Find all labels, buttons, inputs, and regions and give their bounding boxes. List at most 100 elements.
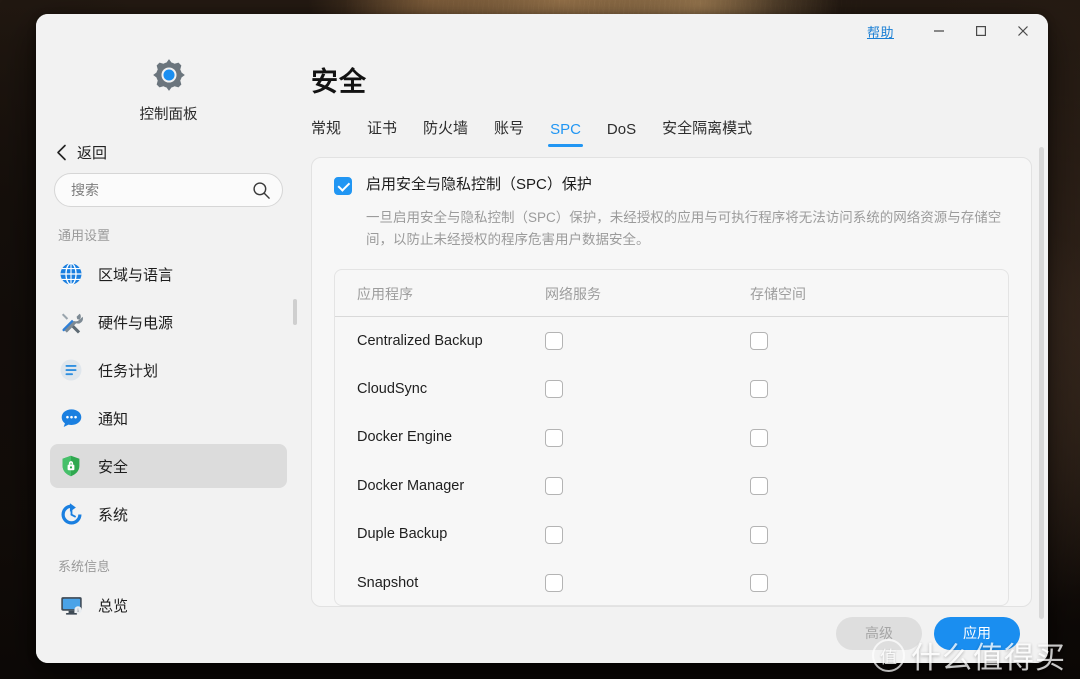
tab-spc[interactable]: SPC <box>548 121 583 147</box>
gear-icon <box>152 59 185 91</box>
tab-dos[interactable]: DoS <box>607 121 636 147</box>
spc-app-table: 应用程序 网络服务 存储空间 Centralized Backup CloudS… <box>335 269 1008 605</box>
table-row: Duple Backup <box>335 510 1008 559</box>
task-list-icon <box>58 357 84 383</box>
minimize-button[interactable] <box>918 16 960 46</box>
sidebar-item-system[interactable]: 系统 <box>50 492 287 536</box>
storage-checkbox[interactable] <box>750 380 768 399</box>
sidebar-item-task-scheduler[interactable]: 任务计划 <box>50 348 287 392</box>
storage-checkbox[interactable] <box>750 428 768 447</box>
sidebar-item-hardware-power[interactable]: 硬件与电源 <box>50 300 287 344</box>
spc-description: 一旦启用安全与隐私控制（SPC）保护，未经授权的应用与可执行程序将无法访问系统的… <box>366 210 1002 247</box>
table-row: Docker Engine <box>335 413 1008 462</box>
sidebar-item-notification[interactable]: 通知 <box>50 396 287 440</box>
back-button[interactable]: 返回 <box>36 138 301 173</box>
network-checkbox[interactable] <box>545 428 563 447</box>
maximize-icon <box>976 26 987 37</box>
window-titlebar: 帮助 <box>36 14 1048 48</box>
table-row: Centralized Backup <box>335 316 1008 365</box>
cell-network <box>545 462 750 511</box>
sidebar-item-label: 区域与语言 <box>98 266 174 284</box>
cell-storage <box>750 413 1008 462</box>
cell-network <box>545 413 750 462</box>
spc-app-table-card: 应用程序 网络服务 存储空间 Centralized Backup CloudS… <box>334 268 1009 606</box>
cell-app-name: Duple Backup <box>357 526 448 543</box>
table-row: Docker Manager <box>335 462 1008 511</box>
close-button[interactable] <box>1002 16 1044 46</box>
apply-button[interactable]: 应用 <box>934 616 1020 650</box>
sidebar-scrollbar[interactable] <box>293 299 297 325</box>
sidebar-item-label: 硬件与电源 <box>98 314 174 332</box>
cell-network <box>545 316 750 365</box>
column-header-application: 应用程序 <box>335 269 545 317</box>
sidebar-item-overview[interactable]: i 总览 <box>50 583 287 627</box>
table-header-row: 应用程序 网络服务 存储空间 <box>335 269 1008 317</box>
minimize-icon <box>934 30 944 32</box>
chat-bubble-icon <box>58 405 84 431</box>
spc-enable-checkbox[interactable] <box>334 177 352 195</box>
cell-app-name: Centralized Backup <box>357 332 483 349</box>
sidebar-item-label: 系统 <box>98 506 129 524</box>
network-checkbox[interactable] <box>545 332 563 351</box>
table-row: CloudSync <box>335 365 1008 414</box>
cell-storage <box>750 462 1008 511</box>
tab-bar: 常规 证书 防火墙 账号 SPC DoS 安全隔离模式 <box>311 117 1048 147</box>
spc-card: 启用安全与隐私控制（SPC）保护 一旦启用安全与隐私控制（SPC）保护，未经授权… <box>311 157 1032 607</box>
tab-certificate[interactable]: 证书 <box>367 117 397 147</box>
table-row: Snapshot <box>335 559 1008 605</box>
storage-checkbox[interactable] <box>750 525 768 544</box>
search-input[interactable] <box>71 182 252 198</box>
page-title: 安全 <box>311 67 367 97</box>
tab-account[interactable]: 账号 <box>494 117 524 147</box>
cell-app-name: CloudSync <box>357 380 428 397</box>
network-checkbox[interactable] <box>545 574 563 593</box>
spc-enable-label: 启用安全与隐私控制（SPC）保护 <box>366 176 592 193</box>
back-label: 返回 <box>77 145 108 162</box>
sidebar-nav: 通用设置 区域与语言 硬件与电源 任务计划 通知 安全 系统 系统信息 i 总览 <box>36 207 301 663</box>
maximize-button[interactable] <box>960 16 1002 46</box>
cell-network <box>545 365 750 414</box>
sidebar-item-label: 任务计划 <box>98 362 159 380</box>
nav-group-title-system-info: 系统信息 <box>58 559 111 574</box>
nav-group-title-general: 通用设置 <box>58 228 111 243</box>
main-pane: 安全 常规 证书 防火墙 账号 SPC DoS 安全隔离模式 启用安全与隐私控制… <box>301 48 1048 663</box>
sidebar-item-security[interactable]: 安全 <box>50 444 287 488</box>
power-refresh-icon <box>58 501 84 527</box>
content-scrollbar[interactable] <box>1039 147 1044 619</box>
sidebar-brand: 控制面板 <box>36 50 301 138</box>
spc-enable-row: 启用安全与隐私控制（SPC）保护 <box>334 176 1009 195</box>
sidebar: 控制面板 返回 通用设置 <box>36 48 301 663</box>
cell-app-name: Snapshot <box>357 574 419 591</box>
tab-firewall[interactable]: 防火墙 <box>423 117 468 147</box>
brand-label: 控制面板 <box>139 107 198 123</box>
tab-general[interactable]: 常规 <box>311 117 341 147</box>
search-icon[interactable] <box>252 181 271 200</box>
cell-storage <box>750 510 1008 559</box>
content-area: 启用安全与隐私控制（SPC）保护 一旦启用安全与隐私控制（SPC）保护，未经授权… <box>301 147 1048 619</box>
cell-storage <box>750 365 1008 414</box>
control-panel-window: 帮助 控制面板 返回 搜索 通用设置 区域与语言 硬件与电源 任务计划 通知 安… <box>36 14 1048 663</box>
cell-storage <box>750 559 1008 605</box>
tab-isolation-mode[interactable]: 安全隔离模式 <box>662 117 752 147</box>
cell-app-name: Docker Manager <box>357 477 465 494</box>
chevron-left-icon <box>57 144 66 161</box>
close-icon <box>1018 26 1028 36</box>
cell-app-name: Docker Engine <box>357 429 453 446</box>
main-header: 安全 常规 证书 防火墙 账号 SPC DoS 安全隔离模式 <box>301 48 1048 147</box>
advanced-button[interactable]: 高级 <box>836 616 922 650</box>
network-checkbox[interactable] <box>545 525 563 544</box>
help-link[interactable]: 帮助 <box>867 22 894 41</box>
column-header-network: 网络服务 <box>545 269 750 317</box>
search-box[interactable] <box>54 173 283 207</box>
sidebar-item-region-language[interactable]: 区域与语言 <box>50 252 287 296</box>
cell-network <box>545 510 750 559</box>
storage-checkbox[interactable] <box>750 332 768 351</box>
network-checkbox[interactable] <box>545 477 563 496</box>
cell-storage <box>750 316 1008 365</box>
shield-lock-icon <box>58 453 84 479</box>
tools-icon <box>58 309 84 335</box>
storage-checkbox[interactable] <box>750 574 768 593</box>
storage-checkbox[interactable] <box>750 477 768 496</box>
network-checkbox[interactable] <box>545 380 563 399</box>
